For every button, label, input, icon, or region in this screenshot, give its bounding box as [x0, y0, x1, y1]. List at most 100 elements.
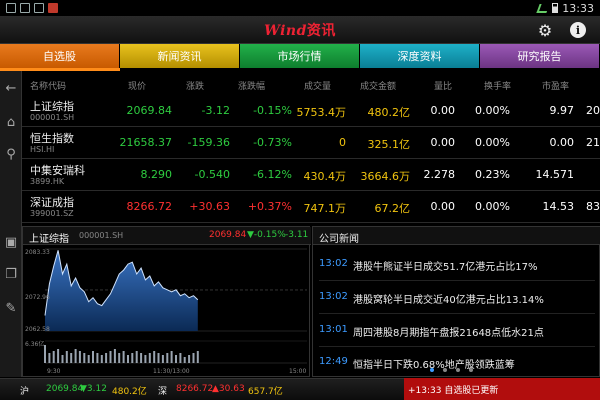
volume-bar [48, 353, 51, 363]
intraday-chart-panel[interactable]: 上证综指 000001.SH 2069.84 ▼-0.15% -3.11 208… [22, 226, 311, 377]
col-price[interactable]: 现价 [128, 79, 146, 92]
back-arrow-icon[interactable]: ← [2, 79, 20, 97]
col-pct[interactable]: 涨跌幅 [238, 79, 265, 92]
news-headline: 港股牛熊证半日成交51.7亿港元占比17% [353, 262, 538, 273]
volume-bar [179, 353, 182, 363]
volume-ratio: 2.278 [423, 168, 456, 181]
page-dot[interactable] [443, 368, 447, 372]
sz-amount: 657.7亿 [248, 387, 283, 397]
left-nav: ← ⌂ ⚲ ▣ ❐ ✎ [0, 71, 22, 377]
volume-bar [192, 353, 195, 363]
news-item[interactable]: 13:02 港股窝轮半日成交近40亿港元占比13.14% [319, 282, 595, 314]
page-dot[interactable] [430, 368, 434, 372]
table-row[interactable]: 上证综指 000001.SH 2069.84 -3.12 -0.15% 5753… [22, 95, 600, 127]
volume-bar [52, 351, 55, 363]
col-name[interactable]: 名称代码 [30, 79, 66, 92]
x-tick-label: 11:30/13:00 [153, 368, 190, 375]
col-ratio[interactable]: 量比 [434, 79, 452, 92]
sz-price: 8266.72 [176, 384, 214, 394]
volume: 747.1万 [303, 202, 347, 215]
col-turnover[interactable]: 换手率 [484, 79, 511, 92]
volume-bar [148, 353, 151, 363]
edit-pencil-icon[interactable]: ✎ [2, 299, 20, 317]
amount: 480.2亿 [367, 106, 411, 119]
volume-bar [61, 355, 64, 363]
settings-gear-icon[interactable]: ⚙ [536, 21, 554, 40]
volume-bar [131, 353, 134, 363]
pe-ratio: 14.571 [535, 168, 575, 181]
volume-bar [188, 355, 191, 363]
page-dot[interactable] [456, 368, 460, 372]
app-header: Wind资讯 ⚙ i [0, 16, 600, 44]
news-item[interactable]: 13:01 周四港股8月期指午盘报21648点低水21点 [319, 315, 595, 347]
col-pe[interactable]: 市盈率 [542, 79, 569, 92]
windows-icon[interactable]: ❐ [2, 265, 20, 283]
company-news-panel: 公司新闻 13:02 港股牛熊证半日成交51.7亿港元占比17% 13:02 港… [312, 226, 600, 377]
news-item[interactable]: 12:49 恒指半日下跌0.68%地产股领跌蓝筹 [319, 347, 595, 379]
tab-news[interactable]: 新闻资讯 [120, 44, 240, 68]
news-item[interactable]: 13:02 港股牛熊证半日成交51.7亿港元占比17% [319, 249, 595, 281]
stock-name: 深证成指 [30, 196, 74, 209]
col-change[interactable]: 涨跌 [186, 79, 204, 92]
table-row[interactable]: 中集安瑞科 3899.HK 8.290 -0.540 -6.12% 430.4万… [22, 159, 600, 191]
amount: 3664.6万 [360, 170, 411, 183]
news-header: 公司新闻 [313, 227, 600, 245]
chart-price: 2069.84 [209, 230, 247, 240]
pe-ratio: 9.97 [549, 104, 575, 117]
stock-name: 上证综指 [30, 100, 74, 113]
volume-bar [87, 355, 90, 363]
image-icon [20, 3, 30, 13]
news-headline: 周四港股8月期指午盘报21648点低水21点 [353, 328, 544, 339]
volume: 5753.4万 [296, 106, 347, 119]
stock-code: HSI.HI [30, 145, 55, 154]
page-indicator[interactable] [430, 368, 473, 372]
volume: 0 [339, 136, 346, 149]
news-time: 12:49 [319, 356, 348, 367]
tab-market[interactable]: 市场行情 [240, 44, 360, 68]
info-icon[interactable]: i [570, 22, 586, 38]
turnover: 0.23% [475, 168, 510, 181]
volume-bar [65, 351, 68, 363]
page-dot[interactable] [469, 368, 473, 372]
status-bar: 13:33 [0, 0, 600, 16]
tab-research-data[interactable]: 深度资料 [360, 44, 480, 68]
volume-bar [135, 351, 138, 363]
search-icon[interactable]: ⚲ [2, 145, 20, 163]
stock-name: 恒生指数 [30, 132, 74, 145]
chart-code: 000001.SH [79, 231, 124, 240]
tab-research-reports[interactable]: 研究报告 [480, 44, 600, 68]
volume-bar [196, 351, 199, 363]
volume-bar [105, 353, 108, 363]
table-row[interactable]: 恒生指数 HSI.HI 21658.37 -159.36 -0.73% 0 32… [22, 127, 600, 159]
home-icon[interactable]: ⌂ [2, 113, 20, 131]
col-amount[interactable]: 成交金额 [360, 79, 396, 92]
stock-table: 名称代码 现价 涨跌 涨跌幅 成交量 成交金额 量比 换手率 市盈率 上证综指 … [22, 71, 600, 225]
amount: 325.1亿 [367, 138, 411, 151]
col-volume[interactable]: 成交量 [304, 79, 331, 92]
volume-bar [70, 353, 73, 363]
stock-code: 000001.SH [30, 113, 75, 122]
x-tick-label: 9:30 [47, 368, 61, 375]
brand-logo: Wind资讯 [264, 22, 336, 39]
chart-title: 上证综指 [29, 234, 69, 245]
sz-label: 深 [158, 387, 168, 397]
table-row[interactable]: 深证成指 399001.SZ 8266.72 +30.63 +0.37% 747… [22, 191, 600, 223]
change: -3.12 [201, 104, 230, 117]
layout-icon[interactable]: ▣ [2, 233, 20, 251]
volume-bar [118, 353, 121, 363]
change: -0.540 [194, 168, 230, 181]
volume-bar [127, 355, 129, 363]
volume-bar [109, 351, 112, 363]
chart-header: 上证综指 000001.SH 2069.84 ▼-0.15% -3.11 [23, 227, 311, 245]
change: -159.36 [187, 136, 230, 149]
volume-bar [140, 353, 143, 363]
update-alert[interactable]: +13:33 自选股已更新 [404, 378, 600, 400]
tab-watchlist[interactable]: 自选股 [0, 44, 120, 68]
main-tabs: 自选股 新闻资讯 市场行情 深度资料 研究报告 [0, 44, 600, 68]
y-tick-label: 2083.33 [25, 249, 50, 256]
price: 8.290 [140, 168, 173, 181]
turnover: 0.00% [475, 136, 510, 149]
overflow-value: 20 [586, 104, 600, 117]
sh-amount: 480.2亿 [112, 387, 147, 397]
volume-bar [96, 353, 99, 363]
